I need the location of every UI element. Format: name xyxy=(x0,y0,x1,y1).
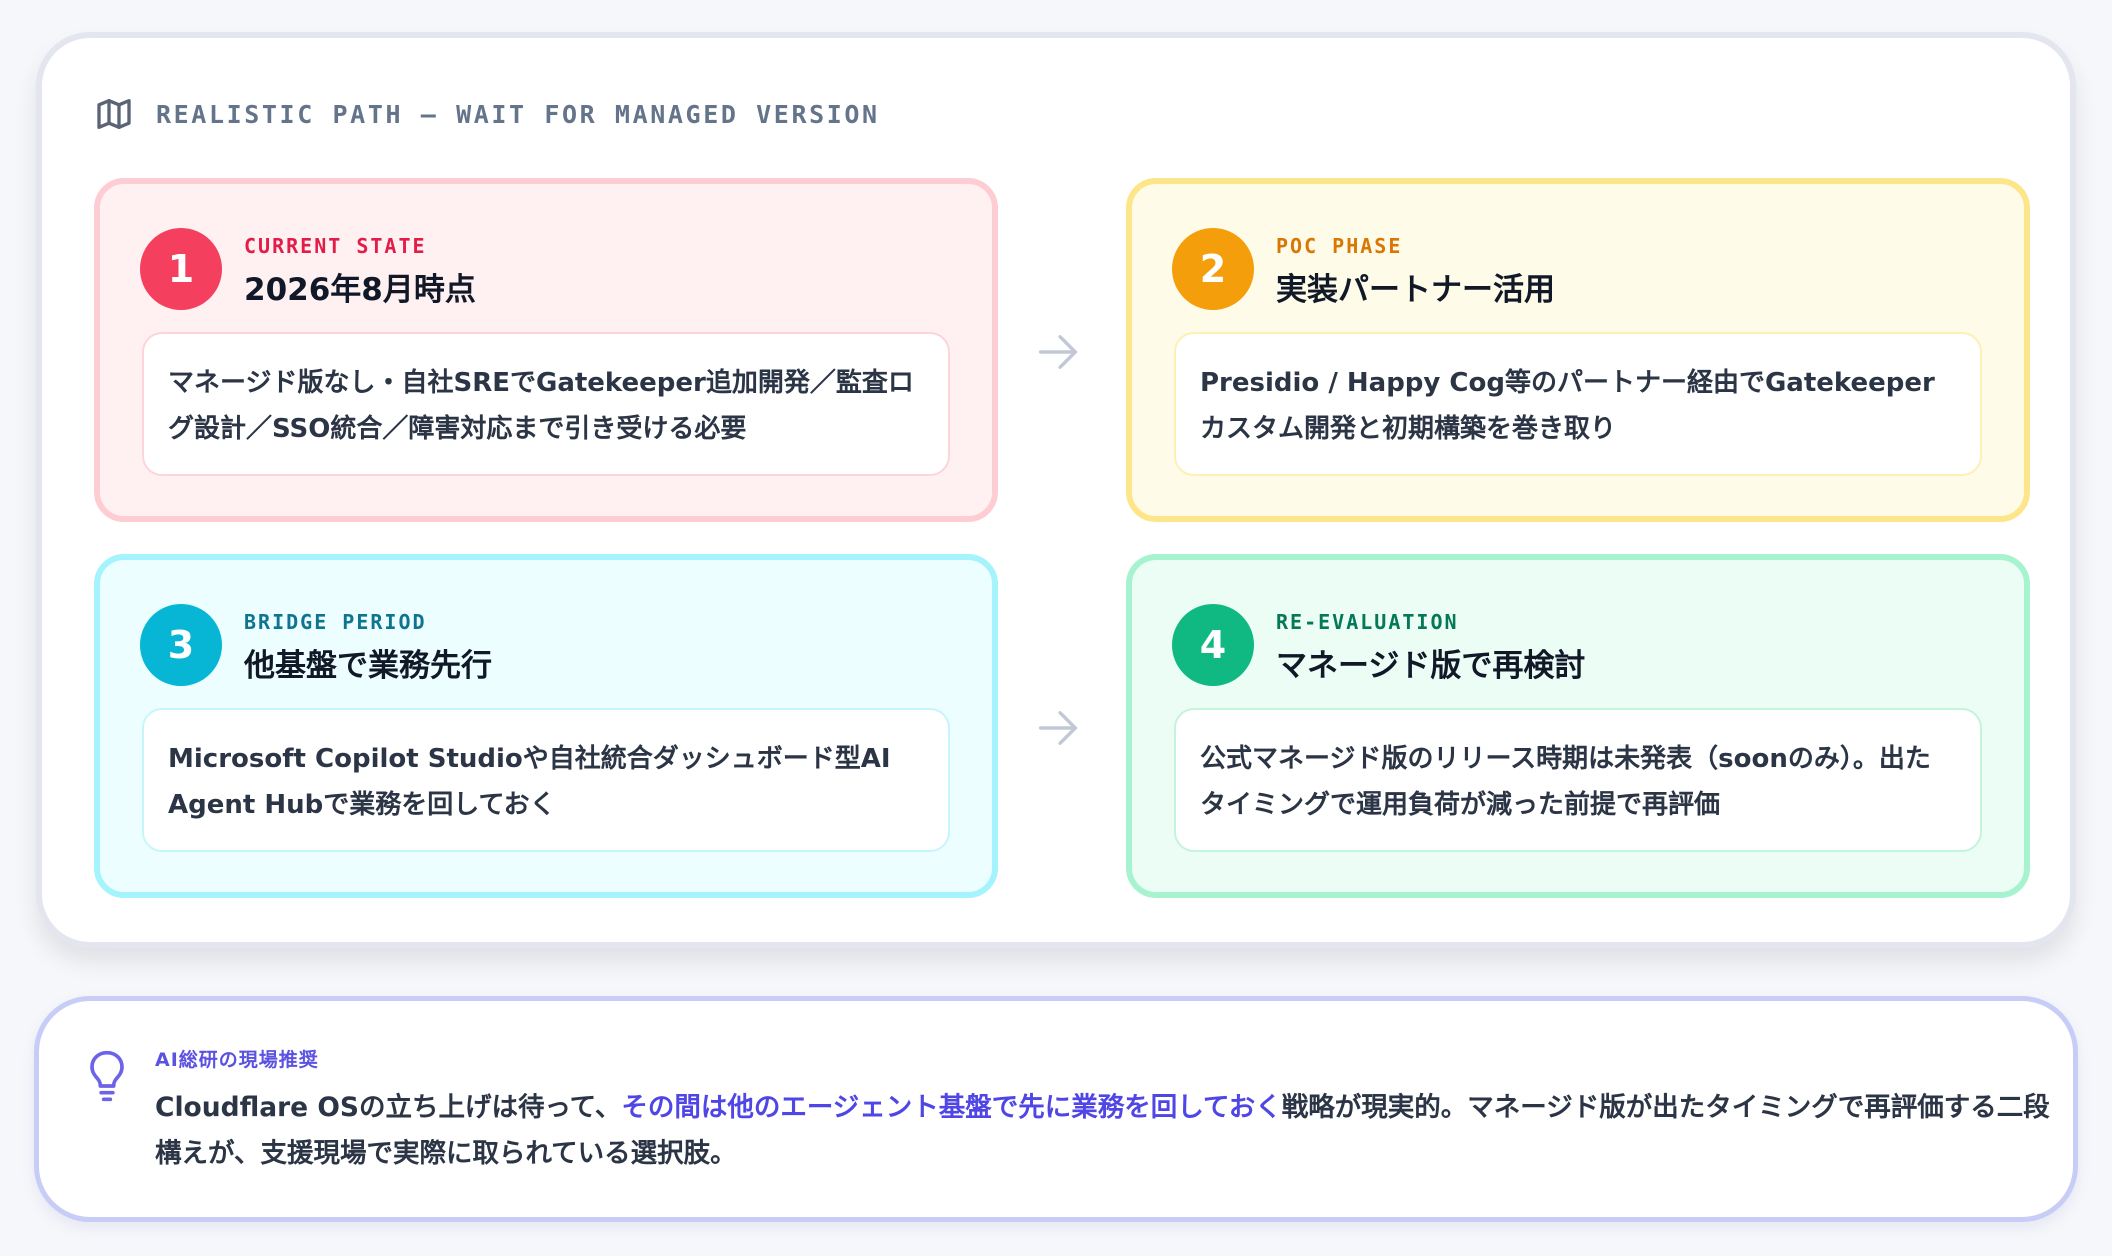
path-title: REALISTIC PATH — WAIT FOR MANAGED VERSIO… xyxy=(156,99,880,129)
step-tag: BRIDGE PERIOD xyxy=(244,610,427,634)
step-description: マネージド版なし・自社SREでGatekeeper追加開発／監査ログ設計／SSO… xyxy=(142,332,950,476)
arrow-right-icon xyxy=(1038,711,1078,745)
recommendation-text: Cloudflare OSの立ち上げは待って、その間は他のエージェント基盤で先に… xyxy=(155,1085,2055,1177)
lightbulb-icon xyxy=(90,1050,124,1102)
step-number-badge: 3 xyxy=(140,604,222,686)
step-number-badge: 2 xyxy=(1172,228,1254,310)
step-number-badge: 1 xyxy=(140,228,222,310)
step-description: Microsoft Copilot Studioや自社統合ダッシュボード型AI … xyxy=(142,708,950,852)
recommendation-text-before: Cloudflare OSの立ち上げは待って、 xyxy=(155,1092,622,1123)
recommendation-highlight: その間は他のエージェント基盤で先に業務を回しておく xyxy=(621,1092,1282,1123)
step-card-re-evaluation: 4 RE-EVALUATION マネージド版で再検討 公式マネージド版のリリース… xyxy=(1126,554,2030,898)
step-title: 実装パートナー活用 xyxy=(1276,272,1555,308)
step-description: 公式マネージド版のリリース時期は未発表（soonのみ）。出たタイミングで運用負荷… xyxy=(1174,708,1982,852)
step-tag: POC PHASE xyxy=(1276,234,1403,258)
recommendation-tag: AI総研の現場推奨 xyxy=(155,1049,319,1071)
step-tag: RE-EVALUATION xyxy=(1276,610,1459,634)
step-title: 他基盤で業務先行 xyxy=(244,648,492,684)
map-icon xyxy=(97,99,131,129)
path-header: REALISTIC PATH — WAIT FOR MANAGED VERSIO… xyxy=(94,94,880,134)
recommendation-card: AI総研の現場推奨 Cloudflare OSの立ち上げは待って、その間は他のエ… xyxy=(34,996,2078,1222)
step-number-badge: 4 xyxy=(1172,604,1254,686)
path-card: REALISTIC PATH — WAIT FOR MANAGED VERSIO… xyxy=(36,32,2076,948)
step-title: マネージド版で再検討 xyxy=(1276,648,1586,684)
step-card-poc-phase: 2 POC PHASE 実装パートナー活用 Presidio / Happy C… xyxy=(1126,178,2030,522)
step-card-bridge-period: 3 BRIDGE PERIOD 他基盤で業務先行 Microsoft Copil… xyxy=(94,554,998,898)
step-description: Presidio / Happy Cog等のパートナー経由でGatekeeper… xyxy=(1174,332,1982,476)
step-tag: CURRENT STATE xyxy=(244,234,427,258)
step-title: 2026年8月時点 xyxy=(244,272,476,308)
step-card-current-state: 1 CURRENT STATE 2026年8月時点 マネージド版なし・自社SRE… xyxy=(94,178,998,522)
arrow-right-icon xyxy=(1038,335,1078,369)
